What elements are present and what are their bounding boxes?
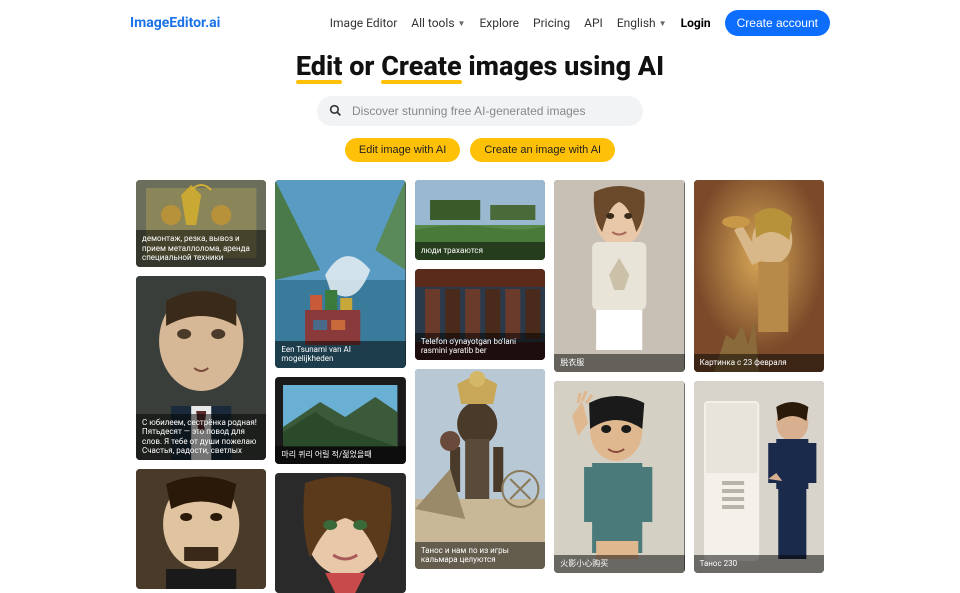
card-caption: 火影小心购买	[554, 555, 684, 573]
gallery-card[interactable]: 火影小心购买	[554, 381, 684, 573]
nav-label: All tools	[411, 16, 454, 30]
search-bar[interactable]	[317, 96, 643, 126]
nav-bar: Image Editor All tools▼ Explore Pricing …	[330, 10, 830, 36]
nav-language[interactable]: English▼	[617, 16, 667, 30]
hero-word-create: Create	[381, 50, 461, 82]
gallery-card[interactable]: люди трахаются	[415, 180, 545, 260]
hero-title: Edit or Create images using AI	[0, 50, 960, 82]
chevron-down-icon: ▼	[659, 19, 667, 28]
nav-api[interactable]: API	[584, 16, 603, 30]
gallery: демонтаж, резка, вывоз и прием металлоло…	[0, 180, 960, 593]
search-icon	[329, 102, 342, 121]
create-image-button[interactable]: Create an image with AI	[470, 138, 615, 162]
card-caption: 마리 퀴리 어릴 적/젊었을때	[275, 446, 405, 464]
nav-label: Pricing	[533, 16, 570, 30]
gallery-card[interactable]: С юбилеем, сестрёнка родная! Пятьдесят —…	[136, 276, 266, 460]
nav-label: Image Editor	[330, 16, 398, 30]
gallery-card[interactable]: 脱衣服	[554, 180, 684, 372]
card-caption: демонтаж, резка, вывоз и прием металлоло…	[136, 230, 266, 267]
hero-word-edit: Edit	[296, 50, 343, 82]
gallery-card[interactable]: демонтаж, резка, вывоз и прием металлоло…	[136, 180, 266, 267]
nav-label: English	[617, 16, 656, 30]
gallery-card[interactable]: 마리 퀴리 어릴 적/젊었을때	[275, 377, 405, 464]
nav-login[interactable]: Login	[681, 16, 711, 30]
chevron-down-icon: ▼	[458, 19, 466, 28]
hero-word-rest: images using AI	[468, 50, 664, 82]
create-account-button[interactable]: Create account	[725, 10, 830, 36]
nav-image-editor[interactable]: Image Editor	[330, 16, 398, 30]
gallery-card[interactable]: Танос и нам по из игры кальмара целуются	[415, 369, 545, 569]
card-caption: Een Tsunami van AI mogelijkheden	[275, 341, 405, 368]
card-caption: Telefon o'ynayotgan bo'lani rasmini yara…	[415, 333, 545, 360]
nav-label: Login	[681, 16, 711, 30]
gallery-card[interactable]: Telefon o'ynayotgan bo'lani rasmini yara…	[415, 269, 545, 360]
nav-label: Explore	[479, 16, 519, 30]
card-caption: Танос и нам по из игры кальмара целуются	[415, 542, 545, 569]
edit-image-button[interactable]: Edit image with AI	[345, 138, 460, 162]
card-caption: люди трахаются	[415, 242, 545, 260]
nav-explore[interactable]: Explore	[479, 16, 519, 30]
gallery-card[interactable]: Танос 230	[694, 381, 824, 573]
card-caption: 脱衣服	[554, 354, 684, 372]
card-caption: С юбилеем, сестрёнка родная! Пятьдесят —…	[136, 414, 266, 460]
logo[interactable]: ImageEditor.ai	[130, 15, 220, 31]
gallery-card[interactable]: Een Tsunami van AI mogelijkheden	[275, 180, 405, 368]
gallery-card[interactable]	[275, 473, 405, 593]
hero-word-or: or	[349, 50, 374, 82]
card-caption: Танос 230	[694, 555, 824, 573]
gallery-card[interactable]	[136, 469, 266, 589]
nav-label: API	[584, 16, 603, 30]
nav-pricing[interactable]: Pricing	[533, 16, 570, 30]
search-input[interactable]	[352, 104, 631, 118]
gallery-card[interactable]: Картинка с 23 февраля	[694, 180, 824, 372]
nav-all-tools[interactable]: All tools ▼	[411, 16, 465, 30]
card-caption: Картинка с 23 февраля	[694, 354, 824, 372]
